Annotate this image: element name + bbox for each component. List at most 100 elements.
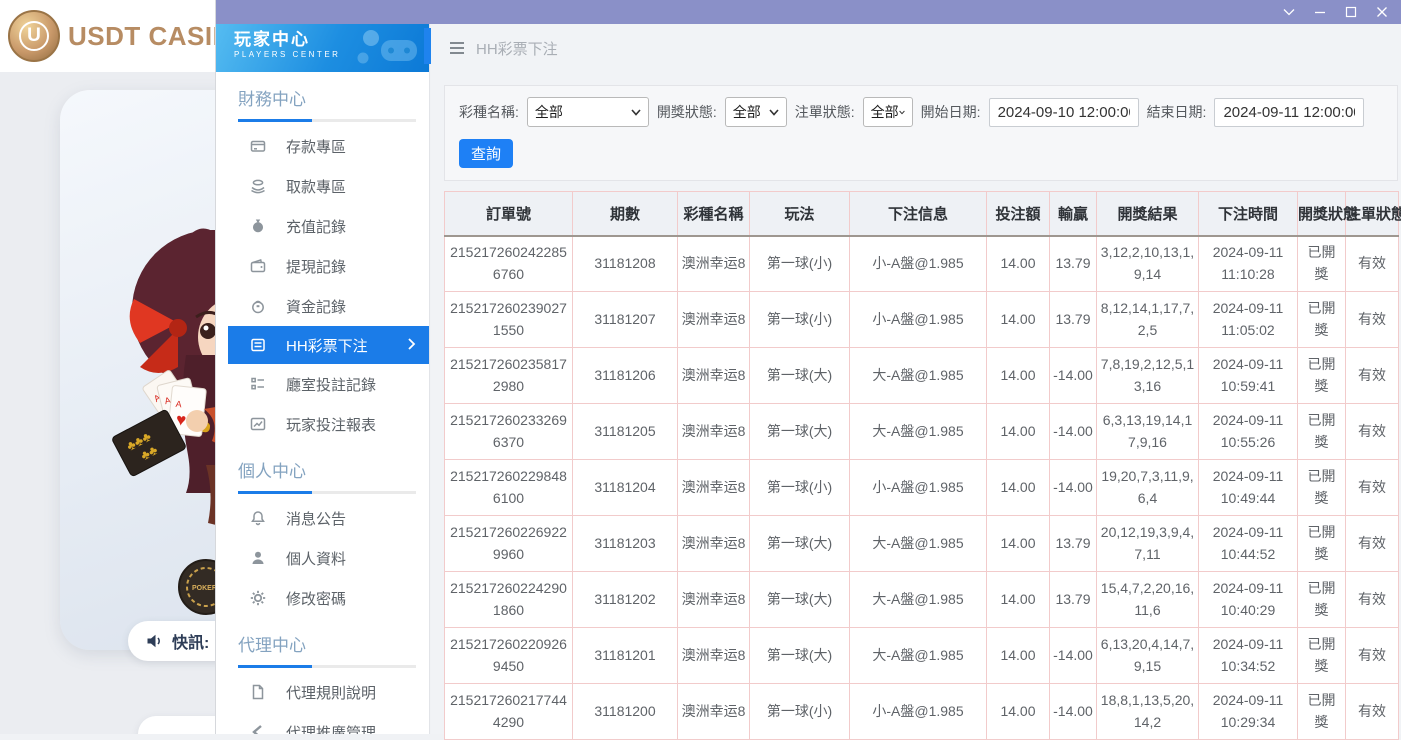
cell-lottery-name: 澳洲幸运8	[678, 404, 750, 460]
cell-order-status: 有效	[1346, 404, 1399, 460]
lottery-select-value: 全部	[535, 102, 563, 122]
bank-card-icon	[250, 138, 268, 154]
cell-draw-status: 已開獎	[1298, 292, 1346, 348]
scrollbar-thumb[interactable]	[424, 28, 431, 64]
cell-draw-result: 15,4,7,2,20,16,11,6	[1097, 572, 1199, 628]
cell-bet-amount: 14.00	[987, 628, 1050, 684]
cell-order-no: 2152172602209269450	[445, 628, 573, 684]
sidebar-item-withdraw-record[interactable]: 提現記錄	[216, 246, 429, 286]
cell-play-type: 第一球(小)	[750, 684, 850, 740]
cell-order-status: 有效	[1346, 516, 1399, 572]
cell-win-loss: 13.79	[1050, 292, 1097, 348]
cell-period: 31181200	[573, 684, 678, 740]
cell-bet-time: 2024-09-11 10:49:44	[1199, 460, 1298, 516]
cell-lottery-name: 澳洲幸运8	[678, 460, 750, 516]
section-underline	[238, 119, 416, 122]
sidebar-item-withdraw-area[interactable]: 取款專區	[216, 166, 429, 206]
money-bag-icon	[250, 218, 268, 234]
cell-draw-result: 6,13,20,4,14,7,9,15	[1097, 628, 1199, 684]
sidebar-item-label: 存款專區	[286, 136, 346, 157]
sidebar-item-change-password[interactable]: 修改密碼	[216, 578, 429, 618]
cell-period: 31181203	[573, 516, 678, 572]
window-titlebar	[216, 0, 1401, 24]
cell-draw-result: 3,12,2,10,13,1,9,14	[1097, 236, 1199, 292]
cell-bet-time: 2024-09-11 11:05:02	[1199, 292, 1298, 348]
draw-status-select[interactable]: 全部	[725, 97, 787, 127]
cell-period: 31181206	[573, 348, 678, 404]
window-dropdown-button[interactable]	[1273, 0, 1304, 24]
cell-draw-status: 已開獎	[1298, 516, 1346, 572]
cell-lottery-name: 澳洲幸运8	[678, 516, 750, 572]
sidebar-item-label: 消息公告	[286, 508, 346, 529]
sidebar-item-agent-rules[interactable]: 代理規則說明	[216, 672, 429, 712]
sidebar-item-announcements[interactable]: 消息公告	[216, 498, 429, 538]
sidebar-item-hh-lottery-bets[interactable]: HH彩票下注	[228, 326, 429, 364]
cell-bet-info: 小-A盤@1.985	[850, 292, 987, 348]
main-content: HH彩票下注 彩種名稱: 全部 開獎狀態: 全部 注單狀態: 全部 開始日期: …	[431, 24, 1401, 734]
lottery-select[interactable]: 全部	[527, 97, 649, 127]
cell-draw-status: 已開獎	[1298, 572, 1346, 628]
cell-play-type: 第一球(大)	[750, 348, 850, 404]
cell-order-status: 有效	[1346, 236, 1399, 292]
sidebar-item-funds-record[interactable]: 資金記錄	[216, 286, 429, 326]
cell-order-no: 2152172602269229960	[445, 516, 573, 572]
cell-bet-amount: 14.00	[987, 460, 1050, 516]
chevron-down-icon	[631, 109, 641, 116]
cell-lottery-name: 澳洲幸运8	[678, 628, 750, 684]
speaker-icon	[145, 633, 163, 649]
cell-play-type: 第一球(大)	[750, 404, 850, 460]
cell-play-type: 第一球(大)	[750, 628, 850, 684]
cell-order-status: 有效	[1346, 572, 1399, 628]
end-date-input[interactable]	[1214, 98, 1364, 127]
decorative-blob	[138, 716, 216, 734]
table-row: 2152172602209269450 31181201 澳洲幸运8 第一球(大…	[445, 628, 1399, 684]
coin-letter: U	[19, 21, 49, 51]
sidebar-item-label: 個人資料	[286, 548, 346, 569]
window-maximize-button[interactable]	[1335, 0, 1366, 24]
sidebar-item-deposit-area[interactable]: 存款專區	[216, 126, 429, 166]
end-date-label: 結束日期:	[1147, 102, 1207, 122]
cell-lottery-name: 澳洲幸运8	[678, 292, 750, 348]
ticker-label: 快訊:	[172, 629, 209, 653]
cell-period: 31181207	[573, 292, 678, 348]
cell-draw-result: 8,12,14,1,17,7,2,5	[1097, 292, 1199, 348]
order-status-select[interactable]: 全部	[863, 97, 913, 127]
cell-order-status: 有效	[1346, 628, 1399, 684]
sidebar-item-room-bet-record[interactable]: 廳室投註記錄	[216, 364, 429, 404]
table-row: 2152172602358172980 31181206 澳洲幸运8 第一球(大…	[445, 348, 1399, 404]
gamepad-icon	[351, 26, 425, 70]
sidebar-item-recharge-record[interactable]: 充值記錄	[216, 206, 429, 246]
draw-status-filter-label: 開獎狀態:	[657, 102, 717, 122]
sidebar-item-player-bet-report[interactable]: 玩家投注報表	[216, 404, 429, 444]
column-header: 下注時間	[1199, 192, 1298, 236]
cell-draw-status: 已開獎	[1298, 684, 1346, 740]
cell-period: 31181204	[573, 460, 678, 516]
cell-order-status: 有效	[1346, 348, 1399, 404]
sidebar-item-profile[interactable]: 個人資料	[216, 538, 429, 578]
sidebar-item-agent-promotion[interactable]: 代理推廣管理	[216, 712, 429, 734]
cell-draw-result: 19,20,7,3,11,9,6,4	[1097, 460, 1199, 516]
cell-order-status: 有效	[1346, 460, 1399, 516]
section-underline	[238, 665, 416, 668]
hamburger-icon[interactable]	[449, 41, 465, 55]
cell-win-loss: -14.00	[1050, 348, 1097, 404]
cell-play-type: 第一球(大)	[750, 516, 850, 572]
search-button[interactable]: 查詢	[459, 139, 513, 168]
table-row: 2152172602422856760 31181208 澳洲幸运8 第一球(小…	[445, 236, 1399, 292]
window-close-button[interactable]	[1366, 0, 1397, 24]
section-underline	[238, 491, 416, 494]
svg-text:A: A	[175, 399, 182, 410]
cell-win-loss: -14.00	[1050, 460, 1097, 516]
close-icon	[1375, 6, 1389, 18]
filter-panel: 彩種名稱: 全部 開獎狀態: 全部 注單狀態: 全部 開始日期: 結束日期: 查…	[444, 85, 1398, 181]
lottery-filter-label: 彩種名稱:	[459, 102, 519, 122]
chevron-down-icon	[769, 109, 779, 116]
sidebar-item-label: 代理規則說明	[286, 682, 376, 703]
cell-period: 31181201	[573, 628, 678, 684]
start-date-input[interactable]	[989, 98, 1139, 127]
column-header: 開獎狀態	[1298, 192, 1346, 236]
cell-win-loss: -14.00	[1050, 628, 1097, 684]
cell-win-loss: -14.00	[1050, 404, 1097, 460]
cell-bet-info: 小-A盤@1.985	[850, 236, 987, 292]
window-minimize-button[interactable]	[1304, 0, 1335, 24]
